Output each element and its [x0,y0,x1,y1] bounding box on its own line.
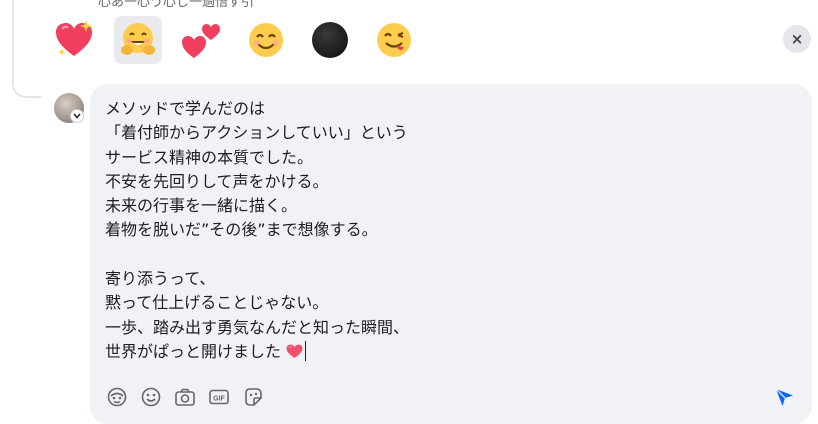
emoji-suggestion-row [50,16,434,64]
send-icon [775,388,793,406]
message-line: 世界がぱっと開けました [105,341,282,361]
savoring-food-face-emoji[interactable] [370,16,418,64]
hugging-face-emoji[interactable] [114,16,162,64]
message-line: 「着付師からアクションしていい」という [105,123,408,143]
text-cursor [305,340,307,361]
avatar-menu-chevron-icon[interactable] [70,109,84,123]
emoji-icon[interactable] [140,386,162,408]
message-line: 黙って仕上げることじゃない。 [105,293,329,313]
message-last-line: 世界がぱっと開けました [105,340,792,364]
avatar-sticker-icon[interactable] [106,386,128,408]
message-line: 未来の行事を一緒に描く。 [105,196,298,216]
camera-icon[interactable] [174,386,196,408]
message-line: 不安を先回りして声をかける。 [105,171,329,191]
heart-emoji [286,342,303,361]
previous-comment-text: 心あ一心う心し一過悟す引 [98,0,255,10]
message-line [105,243,792,267]
gif-icon[interactable]: GIF [208,386,230,408]
composer-toolbar: GIF [106,386,276,408]
sticker-icon[interactable] [242,386,264,408]
thread-connector-line [12,0,42,98]
message-line: サービス精神の本質でした。 [105,147,314,167]
smiling-face-emoji[interactable] [242,16,290,64]
message-line: 寄り添うって、 [105,269,216,289]
black-circle-emoji[interactable] [306,16,354,64]
send-button[interactable] [773,386,795,408]
close-icon: × [790,30,804,48]
comment-composer[interactable]: メソッドで学んだのは 「着付師からアクションしていい」という サービス精神の本質… [90,84,812,424]
comment-text-input[interactable]: メソッドで学んだのは 「着付師からアクションしていい」という サービス精神の本質… [105,97,792,364]
message-line: メソッドで学んだのは [105,99,266,118]
message-line: 着物を脱いだ”その後”まで想像する。 [105,220,378,240]
sparkling-heart-emoji[interactable] [50,16,98,64]
gif-label: GIF [213,396,225,403]
two-hearts-emoji[interactable] [178,16,226,64]
message-line: 一歩、踏み出す勇気なんだと知った瞬間、 [105,317,410,337]
close-suggestions-button[interactable]: × [783,25,811,53]
